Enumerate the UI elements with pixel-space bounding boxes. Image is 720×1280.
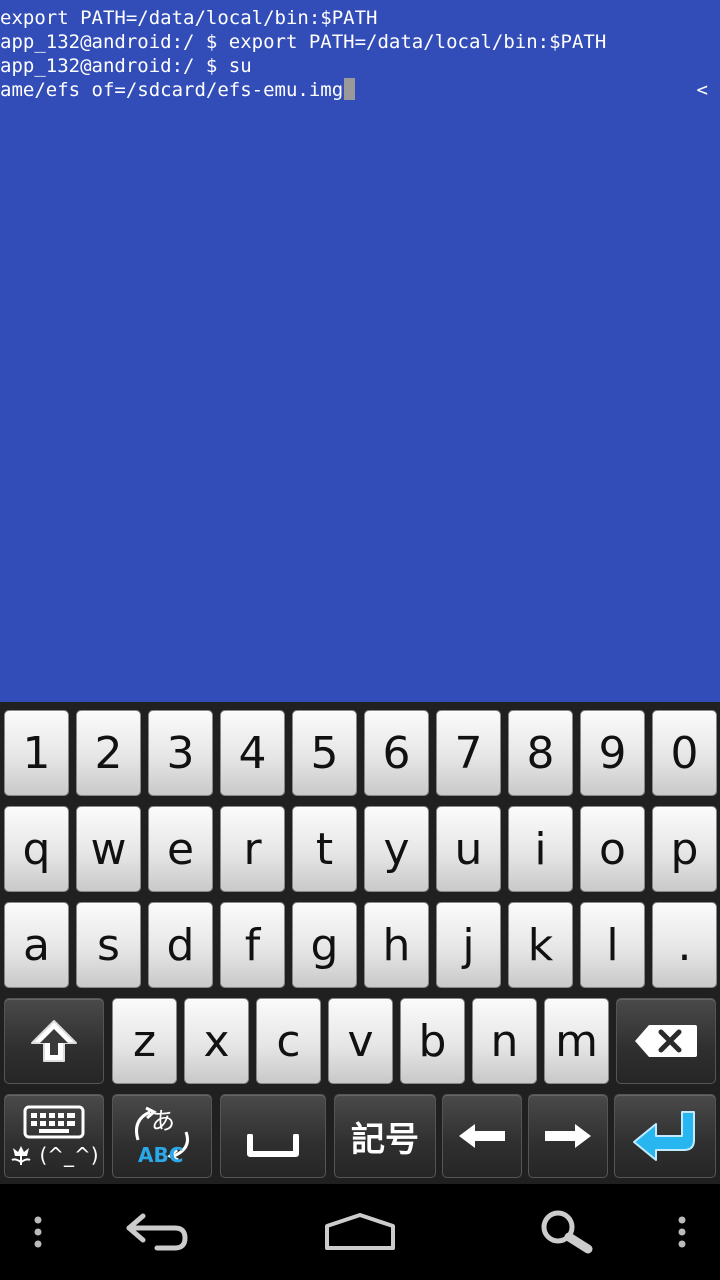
key-l[interactable]: l <box>580 902 645 988</box>
key-g[interactable]: g <box>292 902 357 988</box>
keyboard-icon <box>23 1105 85 1139</box>
key-c[interactable]: c <box>256 998 321 1084</box>
terminal-screen[interactable]: export PATH=/data/local/bin:$PATH app_13… <box>0 0 720 702</box>
key-4[interactable]: 4 <box>220 710 285 796</box>
back-button[interactable] <box>110 1204 200 1260</box>
enter-icon <box>633 1111 695 1161</box>
menu-button[interactable] <box>18 1212 58 1252</box>
key-b[interactable]: b <box>400 998 465 1084</box>
shift-up-arrow-icon <box>31 1020 77 1062</box>
emoji-tulip-icon <box>11 1146 31 1165</box>
overflow-button[interactable] <box>662 1212 702 1252</box>
key-0[interactable]: 0 <box>652 710 717 796</box>
key-y[interactable]: y <box>364 806 429 892</box>
key-j[interactable]: j <box>436 902 501 988</box>
terminal-line: export PATH=/data/local/bin:$PATH <box>0 7 378 29</box>
software-keyboard: 1 2 3 4 5 6 7 8 9 0 q w e r t y u i o p … <box>0 702 720 1184</box>
terminal-line: app_132@android:/ $ su <box>0 55 252 77</box>
home-button[interactable] <box>316 1204 404 1260</box>
key-r[interactable]: r <box>220 806 285 892</box>
key-e[interactable]: e <box>148 806 213 892</box>
key-s[interactable]: s <box>76 902 141 988</box>
key-u[interactable]: u <box>436 806 501 892</box>
menu-dots-icon <box>34 1216 42 1248</box>
enter-key[interactable] <box>614 1094 716 1178</box>
home-icon <box>325 1213 395 1250</box>
key-z[interactable]: z <box>112 998 177 1084</box>
key-8[interactable]: 8 <box>508 710 573 796</box>
overflow-dots-icon <box>678 1216 686 1248</box>
key-6[interactable]: 6 <box>364 710 429 796</box>
terminal-input-line[interactable]: ame/efs of=/sdcard/efs-emu.img <box>0 78 356 102</box>
terminal-current-command: ame/efs of=/sdcard/efs-emu.img <box>0 79 344 101</box>
key-h[interactable]: h <box>364 902 429 988</box>
key-7[interactable]: 7 <box>436 710 501 796</box>
symbols-key[interactable]: 記号 <box>334 1094 436 1178</box>
key-d[interactable]: d <box>148 902 213 988</box>
cursor-left-key[interactable] <box>442 1094 522 1178</box>
left-arrow-icon <box>459 1124 505 1148</box>
search-button[interactable] <box>530 1202 604 1262</box>
horizontal-scroll-indicator: < <box>696 79 708 101</box>
backspace-key[interactable] <box>616 998 716 1084</box>
right-arrow-icon <box>545 1124 591 1148</box>
key-w[interactable]: w <box>76 806 141 892</box>
kana-mode-label: あ <box>151 1107 175 1135</box>
key-3[interactable]: 3 <box>148 710 213 796</box>
terminal-line: app_132@android:/ $ export PATH=/data/lo… <box>0 31 607 53</box>
abc-mode-label: ABC <box>138 1143 184 1167</box>
back-icon <box>126 1213 188 1251</box>
key-a[interactable]: a <box>4 902 69 988</box>
input-mode-key[interactable]: あ ABC <box>112 1094 212 1178</box>
cursor-right-key[interactable] <box>528 1094 608 1178</box>
navigation-bar <box>0 1184 720 1280</box>
key-f[interactable]: f <box>220 902 285 988</box>
emoticon-label: (^_^) <box>39 1143 99 1167</box>
key-t[interactable]: t <box>292 806 357 892</box>
key-i[interactable]: i <box>508 806 573 892</box>
key-n[interactable]: n <box>472 998 537 1084</box>
keyboard-settings-key[interactable]: (^_^) <box>4 1094 104 1178</box>
key-q[interactable]: q <box>4 806 69 892</box>
key-x[interactable]: x <box>184 998 249 1084</box>
key-period[interactable]: . <box>652 902 717 988</box>
backspace-icon <box>635 1025 697 1057</box>
key-v[interactable]: v <box>328 998 393 1084</box>
key-k[interactable]: k <box>508 902 573 988</box>
key-2[interactable]: 2 <box>76 710 141 796</box>
text-cursor <box>344 78 356 100</box>
key-5[interactable]: 5 <box>292 710 357 796</box>
key-p[interactable]: p <box>652 806 717 892</box>
key-1[interactable]: 1 <box>4 710 69 796</box>
shift-key[interactable] <box>4 998 104 1084</box>
search-icon <box>541 1210 593 1254</box>
key-o[interactable]: o <box>580 806 645 892</box>
space-key[interactable] <box>220 1094 326 1178</box>
key-9[interactable]: 9 <box>580 710 645 796</box>
symbols-label: 記号 <box>351 1119 419 1160</box>
key-m[interactable]: m <box>544 998 609 1084</box>
space-icon <box>247 1134 299 1157</box>
